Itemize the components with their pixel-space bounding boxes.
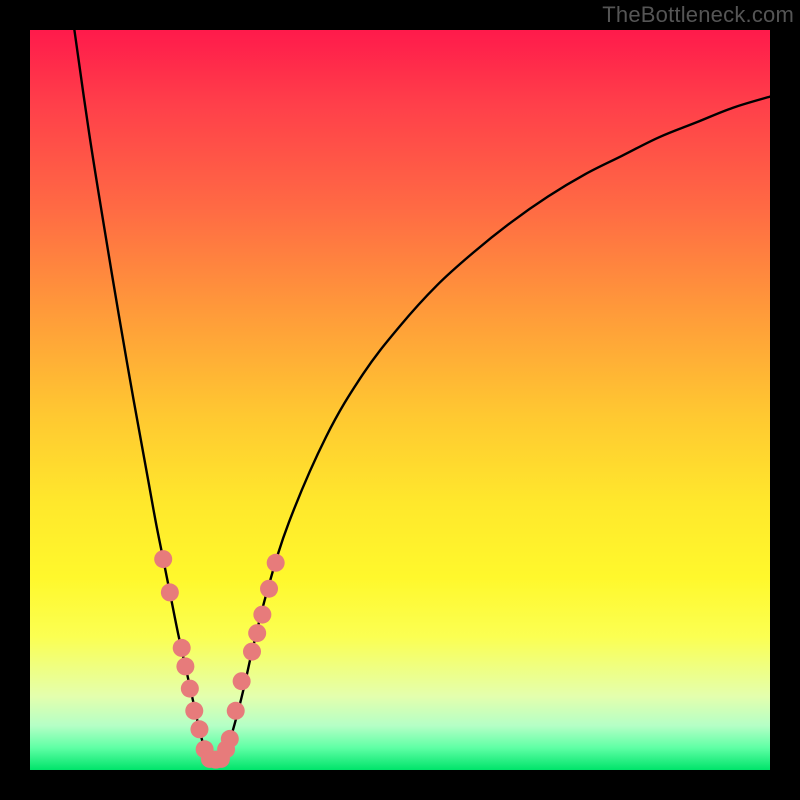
marker-group [154,550,284,769]
marker-dot [154,550,172,568]
plot-area [30,30,770,770]
marker-dot [233,672,251,690]
marker-dot [267,554,285,572]
chart-frame: TheBottleneck.com [0,0,800,800]
curve-right [222,97,770,759]
marker-dot [176,657,194,675]
marker-dot [185,702,203,720]
marker-dot [161,583,179,601]
marker-dot [190,720,208,738]
marker-dot [181,680,199,698]
watermark-text: TheBottleneck.com [602,2,794,28]
marker-dot [221,730,239,748]
marker-dot [260,580,278,598]
marker-dot [227,702,245,720]
chart-svg [30,30,770,770]
marker-dot [248,624,266,642]
marker-dot [173,639,191,657]
marker-dot [243,643,261,661]
marker-dot [253,606,271,624]
